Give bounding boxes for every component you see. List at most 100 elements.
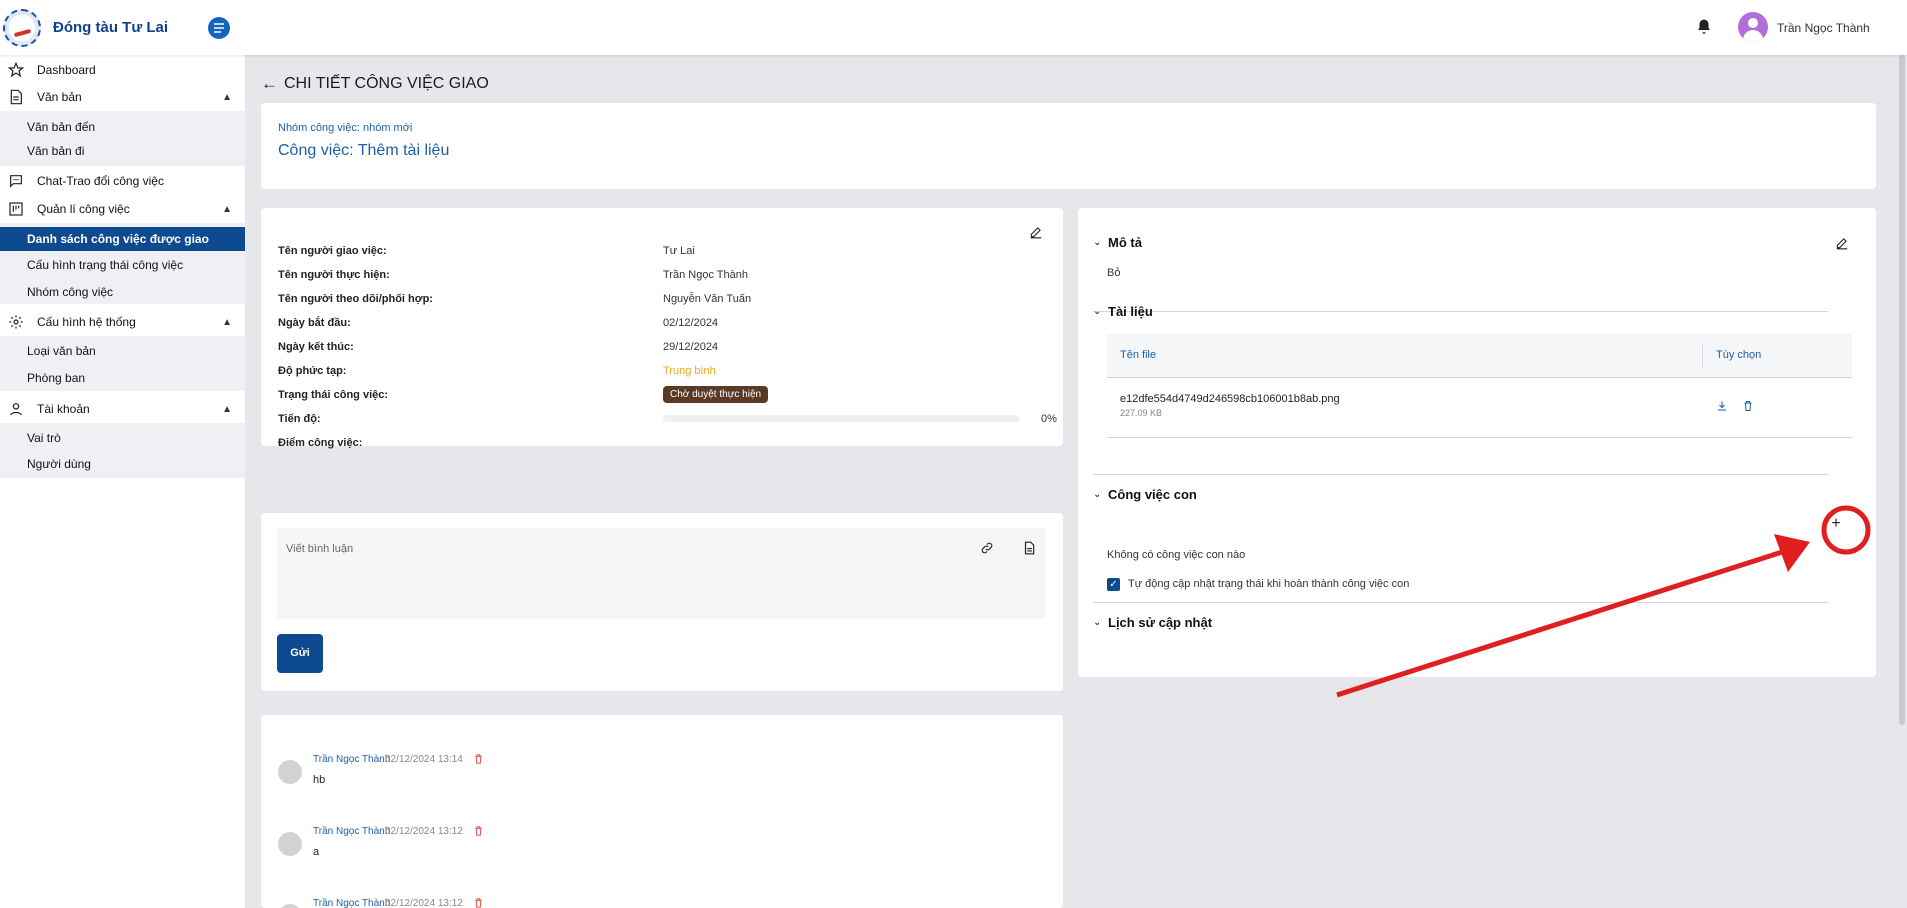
sidebar-item-label: Cấu hình trạng thái công việc — [27, 258, 184, 272]
info-label: Trạng thái công việc: — [278, 389, 389, 401]
auto-update-checkbox[interactable]: ✓ — [1107, 578, 1120, 591]
sidebar-item-cau-hinh-trang-thai[interactable]: Cấu hình trạng thái công việc — [0, 253, 245, 277]
sidebar-item-van-ban[interactable]: Văn bản ▲ — [0, 84, 245, 110]
status-badge: Chờ duyệt thực hiện — [663, 386, 769, 403]
auto-update-label[interactable]: Tự động cập nhật trạng thái khi hoàn thà… — [1128, 578, 1409, 590]
sidebar-item-label: Văn bản đi — [27, 144, 85, 158]
chevron-down-icon: ⌄ — [1093, 306, 1102, 317]
delete-icon[interactable] — [473, 825, 484, 837]
info-label: Ngày kết thúc: — [278, 341, 354, 353]
comment-author[interactable]: Trần Ngọc Thành — [313, 898, 390, 908]
sidebar-item-label: Vai trò — [27, 431, 61, 445]
sidebar-item-phong-ban[interactable]: Phòng ban — [0, 366, 245, 390]
info-value: 02/12/2024 — [663, 317, 719, 329]
sidebar-item-cau-hinh-he-thong[interactable]: Cấu hình hệ thống ▲ — [0, 309, 245, 335]
cau-hinh-submenu: Loại văn bản Phòng ban — [0, 336, 245, 391]
sidebar-item-label: Văn bản đến — [27, 120, 96, 134]
menu-toggle-button[interactable] — [208, 17, 230, 39]
divider — [1093, 602, 1828, 603]
delete-icon[interactable] — [1742, 400, 1754, 412]
user-name[interactable]: Trần Ngọc Thành — [1777, 21, 1870, 35]
info-value: Tư Lai — [663, 245, 695, 257]
info-label: Điểm công việc: — [278, 437, 363, 449]
company-logo[interactable] — [3, 9, 41, 47]
send-button[interactable]: Gửi — [277, 634, 323, 673]
comment-time: 02/12/2024 13:14 — [385, 754, 463, 765]
documents-section-header[interactable]: ⌄ Tài liệu — [1093, 304, 1153, 319]
progress-text: 0% — [1041, 413, 1057, 425]
task-group-link[interactable]: Nhóm công việc: nhóm mới — [278, 122, 412, 134]
brand-name[interactable]: Đóng tàu Tư Lai — [53, 19, 168, 36]
sidebar-item-nguoi-dung[interactable]: Người dùng — [0, 452, 245, 476]
chevron-up-icon: ▲ — [222, 403, 232, 415]
info-label: Ngày bắt đầu: — [278, 317, 351, 329]
section-title: Công việc con — [1108, 487, 1197, 502]
attach-file-icon[interactable] — [1022, 541, 1036, 555]
file-name[interactable]: e12dfe554d4749d246598cb106001b8ab.png — [1120, 393, 1340, 405]
document-icon — [10, 89, 22, 105]
add-subtask-button[interactable]: + — [1826, 514, 1846, 534]
comment-input[interactable]: Viết bình luận — [277, 528, 1046, 619]
info-label: Độ phức tạp: — [278, 365, 347, 377]
task-info-card: Tên người giao việc: Tư Lai Tên người th… — [261, 208, 1063, 449]
sidebar-item-van-ban-den[interactable]: Văn bản đến — [0, 115, 245, 139]
info-value: 29/12/2024 — [663, 341, 719, 353]
sidebar-item-van-ban-di[interactable]: Văn bản đi — [0, 139, 245, 163]
history-section-header[interactable]: ⌄ Lịch sử cập nhật — [1093, 615, 1213, 630]
edit-icon[interactable] — [1835, 236, 1849, 250]
info-label: Tên người giao việc: — [278, 245, 387, 257]
info-label: Tên người thực hiện: — [278, 269, 390, 281]
sidebar-item-dashboard[interactable]: Dashboard — [0, 57, 245, 83]
comment-author[interactable]: Trần Ngọc Thành — [313, 826, 390, 837]
complexity-value: Trung bình — [663, 365, 716, 377]
right-panel-card: ⌄ Mô tả Bỏ ⌄ Tài liệu Tên file Tùy chọn … — [1078, 208, 1876, 677]
top-header: Đóng tàu Tư Lai Trần Ngọc Thành — [0, 0, 1907, 55]
sidebar-item-danh-sach-cong-viec[interactable]: Danh sách công việc được giao — [0, 227, 245, 251]
table-row: e12dfe554d4749d246598cb106001b8ab.png 22… — [1107, 378, 1852, 438]
comment-author[interactable]: Trần Ngọc Thành — [313, 754, 390, 765]
column-header-file-name: Tên file — [1120, 349, 1157, 361]
link-icon[interactable] — [980, 541, 994, 555]
edit-icon[interactable] — [1029, 225, 1043, 239]
sidebar-item-chat[interactable]: Chat-Trao đổi công việc — [0, 168, 245, 194]
sidebar-item-loai-van-ban[interactable]: Loại văn bản — [0, 339, 245, 363]
sidebar-item-vai-tro[interactable]: Vai trò — [0, 426, 245, 450]
user-avatar[interactable] — [1738, 12, 1768, 42]
page-scrollbar[interactable] — [1899, 55, 1905, 725]
description-section-header[interactable]: ⌄ Mô tả — [1093, 235, 1142, 250]
chevron-up-icon: ▲ — [222, 316, 232, 328]
delete-icon[interactable] — [473, 753, 484, 765]
section-title: Lịch sử cập nhật — [1108, 615, 1213, 630]
column-divider — [1702, 343, 1703, 369]
subtasks-section-header[interactable]: ⌄ Công việc con — [1093, 487, 1197, 502]
page-title-text: CHI TIẾT CÔNG VIỆC GIAO — [284, 75, 489, 92]
download-icon[interactable] — [1716, 400, 1728, 412]
sidebar-item-label: Người dùng — [27, 457, 91, 471]
description-text: Bỏ — [1107, 267, 1121, 279]
avatar — [278, 904, 302, 908]
progress-bar — [663, 415, 1020, 422]
bell-icon[interactable] — [1695, 18, 1713, 36]
kanban-icon — [9, 202, 23, 216]
sidebar-item-nhom-cong-viec[interactable]: Nhóm công việc — [0, 280, 245, 304]
comments-list-card: Trần Ngọc Thành 02/12/2024 13:14 hb Trần… — [261, 715, 1063, 908]
chevron-down-icon: ⌄ — [1093, 617, 1102, 628]
sidebar-item-quan-li-cong-viec[interactable]: Quản lí công việc ▲ — [0, 196, 245, 222]
avatar — [278, 832, 302, 856]
divider — [1093, 311, 1828, 312]
sidebar: Dashboard Văn bản ▲ Văn bản đến Văn bản … — [0, 55, 245, 908]
no-subtasks-text: Không có công việc con nào — [1107, 549, 1246, 561]
sidebar-item-label: Chat-Trao đổi công việc — [37, 174, 164, 188]
info-value: Trần Ngọc Thành — [663, 269, 748, 281]
sidebar-item-label: Danh sách công việc được giao — [27, 232, 209, 246]
sidebar-item-tai-khoan[interactable]: Tài khoản ▲ — [0, 396, 245, 422]
back-arrow-icon[interactable]: ← — [261, 74, 278, 94]
comment-body: hb — [313, 774, 326, 786]
comment-placeholder: Viết bình luận — [286, 543, 354, 555]
chat-icon — [10, 175, 22, 188]
info-label: Tên người theo dõi/phối hợp: — [278, 293, 433, 305]
sidebar-item-label: Quản lí công việc — [37, 202, 130, 216]
delete-icon[interactable] — [473, 897, 484, 908]
tai-khoan-submenu: Vai trò Người dùng — [0, 423, 245, 478]
section-title: Mô tả — [1108, 235, 1142, 250]
